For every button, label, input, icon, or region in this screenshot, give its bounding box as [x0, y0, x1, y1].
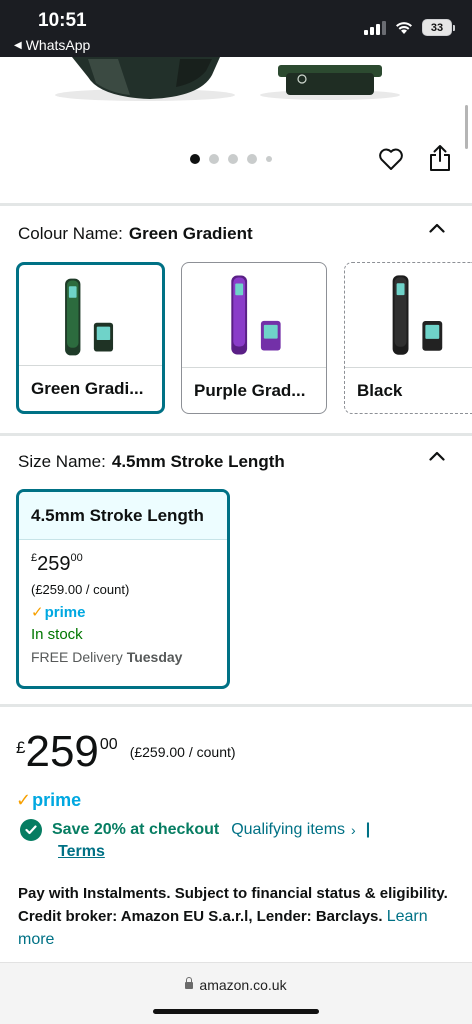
- main-price: £ 259 00 (£259.00 / count): [16, 727, 236, 776]
- colour-option-black[interactable]: Black: [344, 262, 472, 414]
- product-image-gallery[interactable]: [0, 57, 472, 203]
- swatch-image: [65, 278, 114, 356]
- separator: |: [365, 821, 371, 838]
- gallery-page-dots[interactable]: [190, 154, 272, 164]
- browser-address-bar[interactable]: amazon.co.uk: [0, 962, 472, 1024]
- colour-name-label: Colour Name:: [18, 224, 123, 243]
- swatch-image: [231, 275, 281, 355]
- prime-check-icon: ✓: [16, 790, 32, 810]
- size-name-label: Size Name:: [18, 452, 106, 471]
- colour-option-label: Green Gradi...: [19, 365, 162, 411]
- coupon-row: Save 20% at checkout Qualifying items › …: [20, 819, 370, 841]
- status-bar: 10:51 ◀ WhatsApp 33: [0, 0, 472, 57]
- size-option-unit-price: (£259.00 / count): [31, 582, 130, 597]
- product-image: [55, 57, 400, 101]
- lock-icon: [185, 977, 194, 989]
- signal-icon: [364, 20, 386, 35]
- qualifying-items-link[interactable]: Qualifying items: [231, 821, 345, 839]
- prime-check-icon: ✓: [31, 604, 44, 621]
- battery-icon: 33: [422, 19, 455, 36]
- save-text: Save 20% at checkout: [52, 821, 220, 838]
- gallery-dot[interactable]: [228, 154, 238, 164]
- share-icon[interactable]: [428, 144, 452, 172]
- delivery-info: FREE Delivery Tuesday: [31, 649, 183, 665]
- back-triangle-icon: ◀: [14, 39, 22, 51]
- colour-option-purple[interactable]: Purple Grad...: [181, 262, 327, 414]
- gallery-dot[interactable]: [266, 156, 272, 162]
- main-unit-price: (£259.00 / count): [129, 744, 236, 760]
- chevron-up-icon[interactable]: [429, 451, 445, 461]
- back-to-app-link[interactable]: ◀ WhatsApp: [14, 37, 90, 53]
- url-display[interactable]: amazon.co.uk: [0, 977, 472, 993]
- section-divider: [0, 704, 472, 707]
- checkmark-circle-icon: [20, 819, 42, 841]
- prime-badge: ✓ prime: [16, 790, 82, 810]
- status-time: 10:51: [38, 10, 87, 31]
- colour-name-heading: Colour Name: Green Gradient: [18, 224, 253, 244]
- gallery-dot[interactable]: [190, 154, 200, 164]
- status-indicators: 33: [364, 19, 455, 36]
- size-option-card[interactable]: 4.5mm Stroke Length £25900 (£259.00 / co…: [16, 489, 230, 689]
- instalments-text: Pay with Instalments. Subject to financi…: [18, 885, 448, 948]
- prime-badge: ✓ prime: [31, 603, 86, 622]
- size-selected-value: 4.5mm Stroke Length: [111, 452, 285, 471]
- colour-option-green[interactable]: Green Gradi...: [16, 262, 165, 414]
- colour-selected-value: Green Gradient: [128, 224, 253, 243]
- gallery-dot[interactable]: [247, 154, 257, 164]
- colour-option-label: Purple Grad...: [182, 367, 326, 413]
- section-divider: [0, 203, 472, 206]
- wifi-icon: [396, 22, 412, 34]
- size-option-price: £25900: [31, 552, 83, 575]
- back-app-label: WhatsApp: [25, 37, 91, 53]
- terms-link[interactable]: Terms: [58, 843, 105, 861]
- size-option-title: 4.5mm Stroke Length: [19, 492, 227, 540]
- heart-icon[interactable]: [378, 146, 404, 172]
- swatch-image: [392, 275, 443, 355]
- size-name-heading: Size Name: 4.5mm Stroke Length: [18, 452, 285, 472]
- gallery-dot[interactable]: [209, 154, 219, 164]
- chevron-right-icon[interactable]: ›: [351, 822, 356, 838]
- scroll-indicator: [465, 105, 468, 149]
- home-indicator[interactable]: [153, 1009, 319, 1014]
- colour-option-label: Black: [345, 367, 472, 413]
- section-divider: [0, 433, 472, 436]
- chevron-up-icon[interactable]: [429, 223, 445, 233]
- stock-status: In stock: [31, 626, 83, 643]
